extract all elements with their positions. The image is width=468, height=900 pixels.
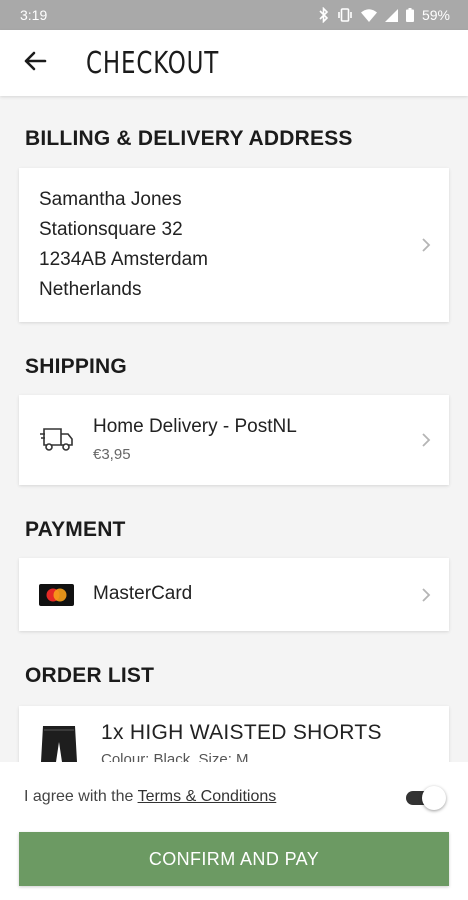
status-time: 3:19 xyxy=(20,7,48,23)
shipping-details: Home Delivery - PostNL €3,95 xyxy=(93,416,297,463)
battery-percent: 59% xyxy=(421,7,450,23)
shipping-section-title: SHIPPING xyxy=(25,355,127,378)
billing-section-title: BILLING & DELIVERY ADDRESS xyxy=(25,127,353,150)
payment-section-title: PAYMENT xyxy=(25,518,126,541)
address-lines: Samantha Jones Stationsquare 32 1234AB A… xyxy=(39,185,208,305)
chevron-right-icon xyxy=(421,587,431,603)
shipping-method: Home Delivery - PostNL xyxy=(93,416,297,437)
mastercard-icon xyxy=(39,584,74,611)
delivery-truck-icon xyxy=(39,425,75,458)
back-button[interactable] xyxy=(0,30,70,96)
order-section-title: ORDER LIST xyxy=(25,664,155,687)
order-item-title: 1x HIGH WAISTED SHORTS xyxy=(101,721,382,744)
terms-toggle[interactable] xyxy=(406,786,446,810)
address-city: 1234AB Amsterdam xyxy=(39,249,208,270)
status-icons: 59% xyxy=(319,7,450,23)
confirm-and-pay-button[interactable]: CONFIRM AND PAY xyxy=(19,832,449,886)
arrow-left-icon xyxy=(23,51,47,76)
chevron-right-icon xyxy=(421,237,431,253)
cellular-signal-icon xyxy=(384,8,398,22)
checkout-content[interactable]: BILLING & DELIVERY ADDRESS Samantha Jone… xyxy=(0,96,468,762)
order-item-card[interactable]: 1x HIGH WAISTED SHORTS Colour: Black, Si… xyxy=(19,706,449,762)
vibrate-icon xyxy=(337,8,353,22)
shorts-product-image xyxy=(41,724,77,762)
address-country: Netherlands xyxy=(39,279,142,300)
address-street: Stationsquare 32 xyxy=(39,219,183,240)
payment-method: MasterCard xyxy=(93,583,193,604)
toggle-knob xyxy=(422,786,446,810)
address-card[interactable]: Samantha Jones Stationsquare 32 1234AB A… xyxy=(19,168,449,322)
terms-link[interactable]: Terms & Conditions xyxy=(138,788,277,805)
terms-agreement: I agree with the Terms & Conditions xyxy=(24,788,276,806)
order-item-variant: Colour: Black, Size: M xyxy=(101,751,249,762)
bluetooth-icon xyxy=(319,7,329,23)
order-item-details: 1x HIGH WAISTED SHORTS Colour: Black, Si… xyxy=(101,721,382,762)
page-title: CHECKOUT xyxy=(86,45,220,81)
terms-text: I agree with the xyxy=(24,788,138,805)
shipping-card[interactable]: Home Delivery - PostNL €3,95 xyxy=(19,395,449,485)
checkout-footer: I agree with the Terms & Conditions CONF… xyxy=(0,762,468,900)
app-bar: CHECKOUT xyxy=(0,30,468,96)
shipping-price: €3,95 xyxy=(93,446,131,463)
wifi-icon xyxy=(360,8,377,22)
status-bar: 3:19 59% xyxy=(0,0,468,30)
address-name: Samantha Jones xyxy=(39,189,182,210)
battery-icon xyxy=(405,8,414,22)
chevron-right-icon xyxy=(421,432,431,448)
payment-card[interactable]: MasterCard xyxy=(19,558,449,631)
